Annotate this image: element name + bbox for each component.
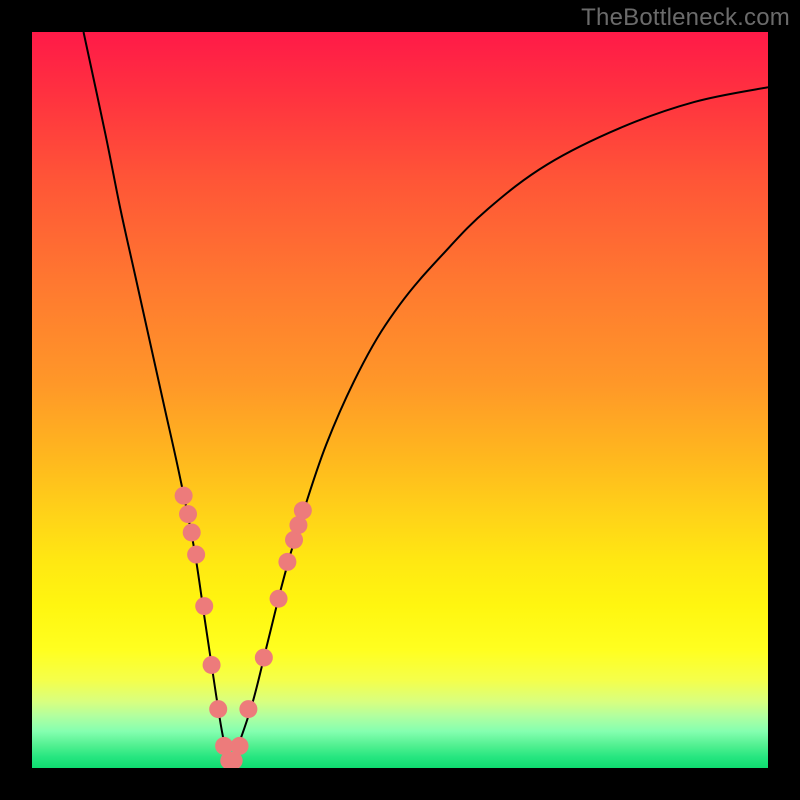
marker-layer	[175, 487, 312, 768]
data-marker	[255, 649, 273, 667]
data-marker	[278, 553, 296, 571]
data-marker	[231, 737, 249, 755]
data-marker	[179, 505, 197, 523]
bottleneck-curve	[84, 32, 768, 764]
data-marker	[195, 597, 213, 615]
data-marker	[183, 523, 201, 541]
data-marker	[175, 487, 193, 505]
curve-layer	[84, 32, 768, 764]
plot-area	[32, 32, 768, 768]
data-marker	[270, 590, 288, 608]
chart-frame: TheBottleneck.com	[0, 0, 800, 800]
data-marker	[294, 501, 312, 519]
data-marker	[239, 700, 257, 718]
chart-svg	[32, 32, 768, 768]
data-marker	[209, 700, 227, 718]
data-marker	[187, 546, 205, 564]
data-marker	[203, 656, 221, 674]
watermark-text: TheBottleneck.com	[581, 4, 790, 32]
